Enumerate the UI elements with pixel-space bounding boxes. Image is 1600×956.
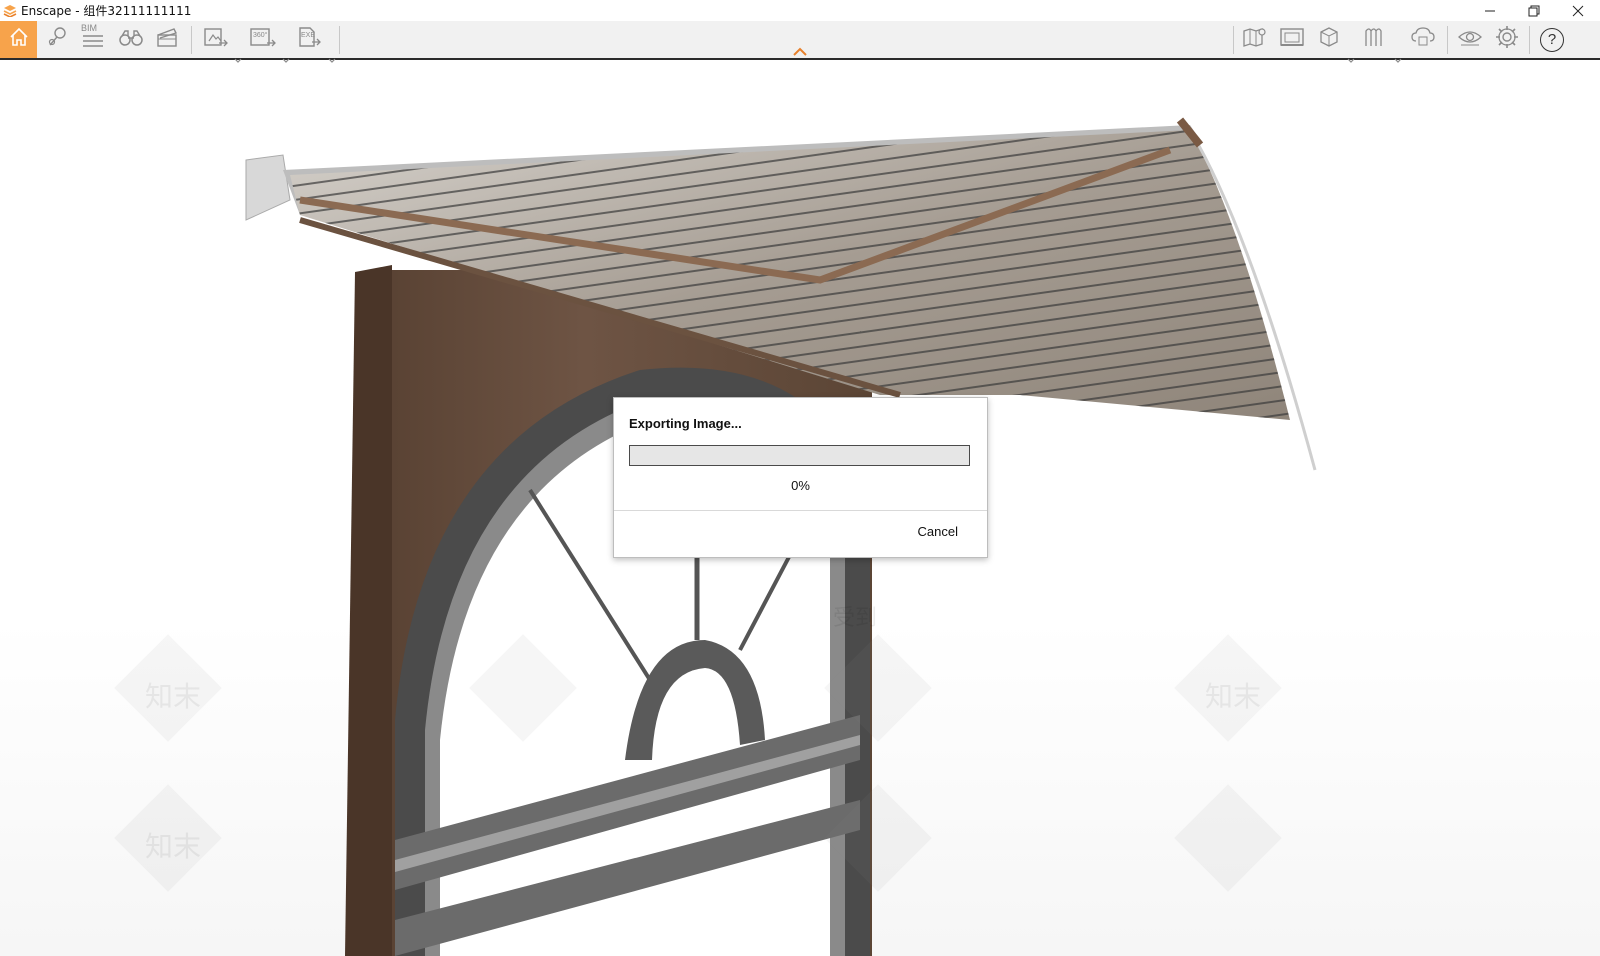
material-icon xyxy=(1363,25,1387,54)
panorama-button[interactable]: 360° xyxy=(246,21,278,58)
exe-label: EXE xyxy=(301,32,316,39)
exe-export-button[interactable]: EXE xyxy=(294,21,324,58)
watermark-text: 知末 xyxy=(1205,680,1262,713)
screenshot-export-button[interactable] xyxy=(200,21,230,58)
watermark-text: 知末 xyxy=(145,830,202,863)
image-gallery-button[interactable] xyxy=(1277,21,1307,58)
progress-percent: 0% xyxy=(791,478,810,493)
asset-library-button[interactable] xyxy=(1314,21,1344,58)
bim-label: BIM xyxy=(80,22,97,33)
toolbar-separator xyxy=(191,26,192,54)
progress-bar xyxy=(629,445,970,466)
toolbar-separator xyxy=(1233,26,1234,54)
help-label: ? xyxy=(1547,31,1557,48)
toolbar-separator xyxy=(1447,26,1448,54)
image-gallery-icon xyxy=(1279,25,1305,54)
help-icon: ? xyxy=(1540,27,1564,52)
location-pin-icon xyxy=(45,25,69,54)
enscape-logo-icon xyxy=(3,4,17,18)
export-progress-dialog: Exporting Image... 0% Cancel xyxy=(613,397,988,558)
toolbar-separator xyxy=(1529,26,1530,54)
views-button[interactable] xyxy=(116,21,146,58)
video-editor-button[interactable] xyxy=(152,21,182,58)
gear-icon xyxy=(1494,24,1520,55)
upload-button[interactable] xyxy=(1408,21,1438,58)
window-title: Enscape - 组件32111111111 xyxy=(21,4,192,18)
toolbar: BIM 360° EXE ? xyxy=(0,21,1600,63)
collapse-toolbar-chevron-up-icon[interactable] xyxy=(792,44,808,56)
exe-export-icon: EXE xyxy=(296,25,322,54)
bim-icon xyxy=(81,33,105,52)
watermark-text: 受到 xyxy=(833,606,878,631)
settings-button[interactable] xyxy=(1491,21,1523,58)
map-button[interactable] xyxy=(1240,21,1270,58)
location-button[interactable] xyxy=(42,21,72,58)
dialog-divider xyxy=(614,510,987,511)
screenshot-export-icon xyxy=(202,25,228,54)
binoculars-icon xyxy=(118,27,144,52)
map-icon xyxy=(1242,25,1268,54)
asset-cube-icon xyxy=(1317,25,1341,54)
visual-settings-button[interactable] xyxy=(1454,21,1486,58)
help-button[interactable]: ? xyxy=(1535,21,1569,58)
window-controls xyxy=(1468,0,1600,21)
home-button[interactable] xyxy=(0,21,37,58)
material-button[interactable] xyxy=(1360,21,1390,58)
panorama-label: 360° xyxy=(253,32,268,39)
cloud-upload-icon xyxy=(1410,25,1436,54)
cancel-button[interactable]: Cancel xyxy=(918,524,958,539)
clapperboard-icon xyxy=(155,25,179,54)
bim-button[interactable]: BIM xyxy=(78,21,108,58)
eye-icon xyxy=(1457,25,1483,54)
dialog-title: Exporting Image... xyxy=(629,416,742,431)
minimize-icon[interactable] xyxy=(1468,0,1512,21)
toolbar-separator xyxy=(339,26,340,54)
watermark-text: 知末 xyxy=(145,680,202,713)
home-icon xyxy=(8,26,30,53)
close-icon[interactable] xyxy=(1556,0,1600,21)
panorama-360-icon: 360° xyxy=(248,25,276,54)
restore-icon[interactable] xyxy=(1512,0,1556,21)
title-bar: Enscape - 组件32111111111 xyxy=(0,0,1600,21)
